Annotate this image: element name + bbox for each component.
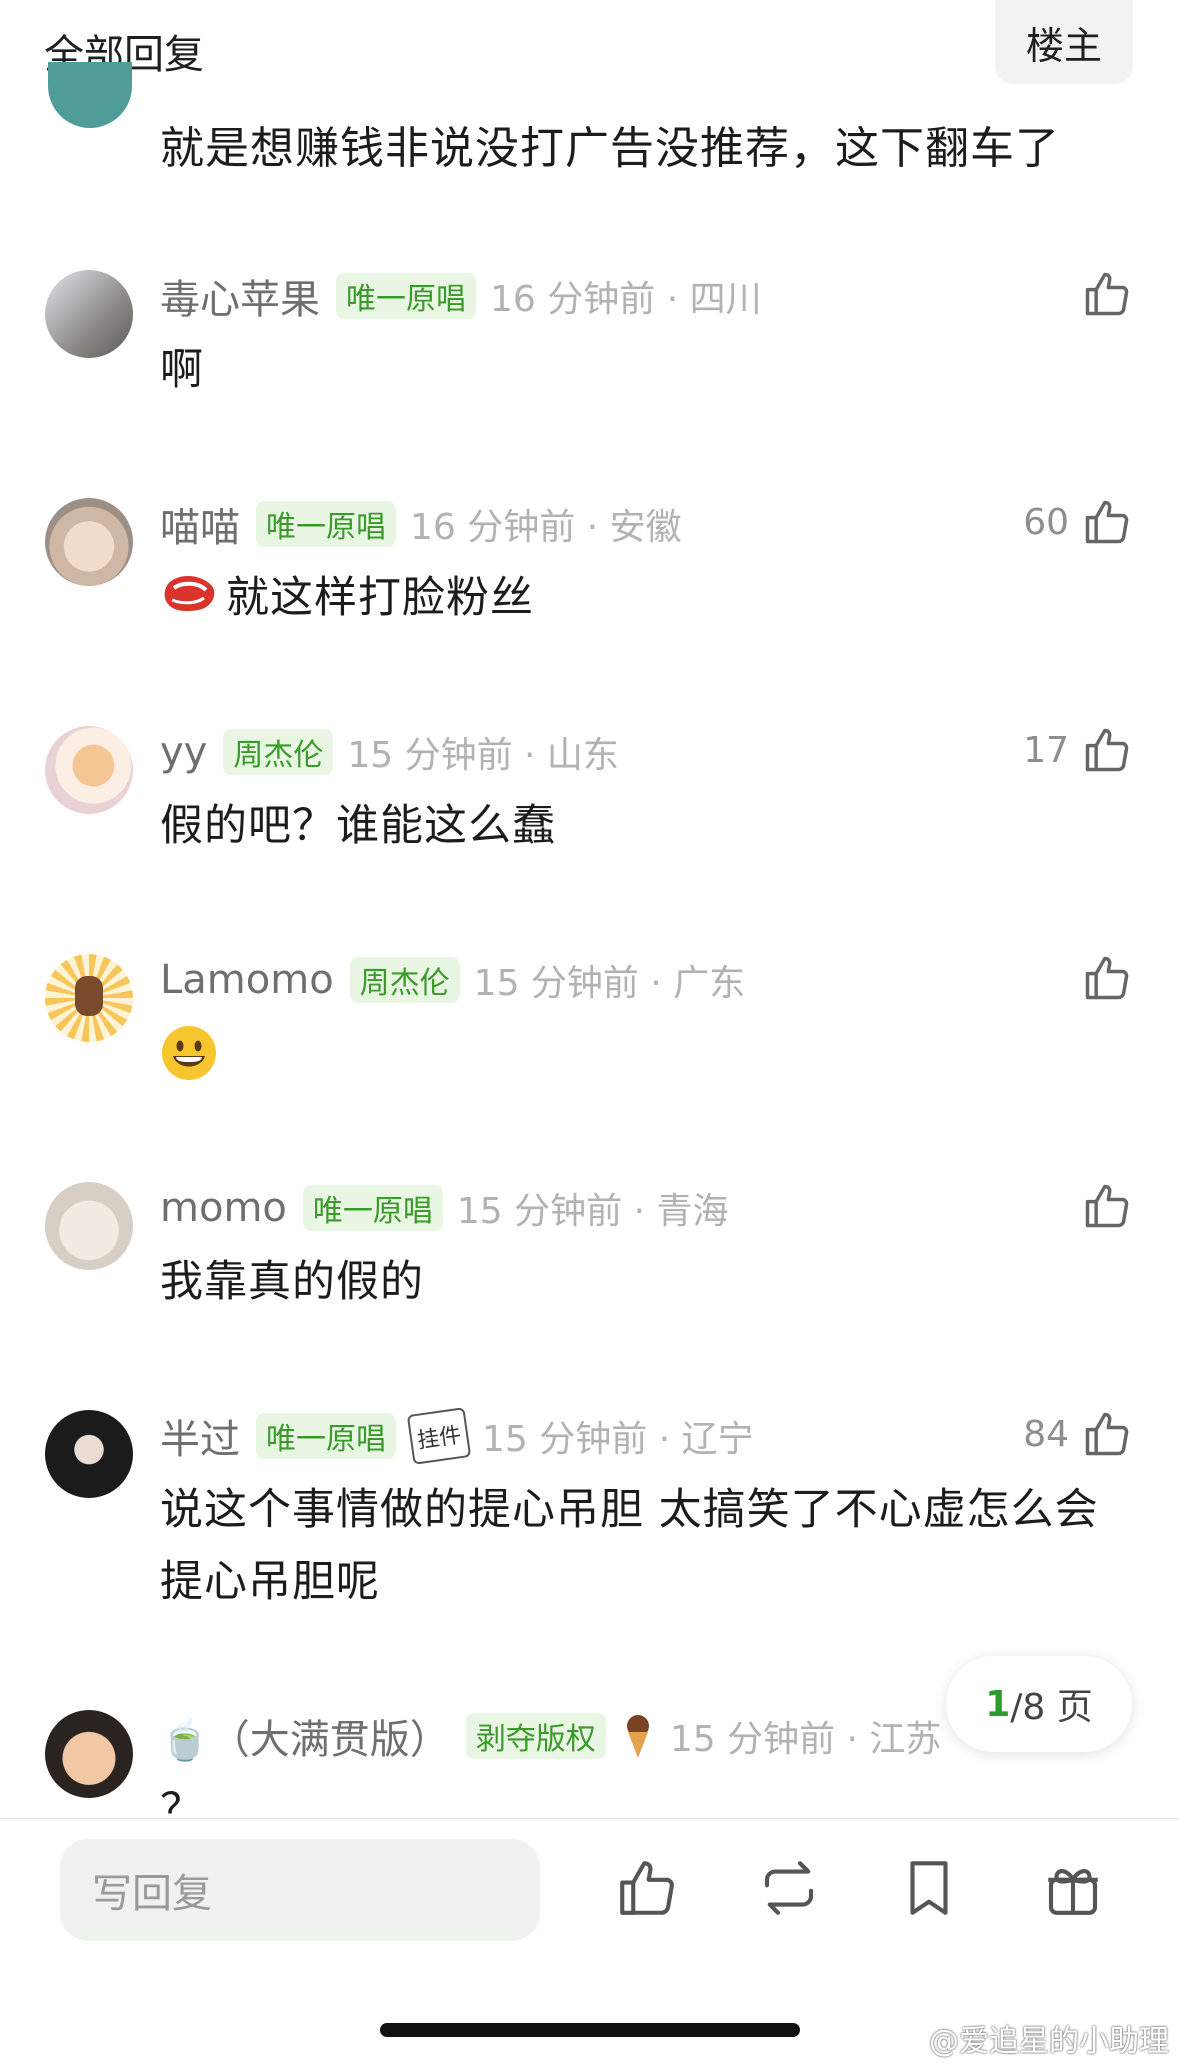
bookmark-icon[interactable]: [896, 1855, 962, 1921]
steak-emoji-icon: [164, 575, 215, 612]
username[interactable]: Lamomo: [160, 957, 334, 1003]
like-count: 17: [1023, 729, 1069, 771]
header: 全部回复 楼主: [0, 0, 1179, 110]
timestamp-location: 15 分钟前 · 青海: [456, 1191, 729, 1232]
comment-text: 😀: [160, 1018, 1130, 1090]
avatar[interactable]: [45, 954, 133, 1042]
comment-meta: yy 周杰伦 15 分钟前 · 山东: [160, 722, 619, 782]
like-button[interactable]: 84: [1023, 1408, 1133, 1460]
timestamp-location: 15 分钟前 · 江苏: [669, 1719, 942, 1760]
avatar[interactable]: [45, 726, 133, 814]
thumbs-up-icon: [1085, 500, 1129, 544]
user-badge[interactable]: 唯一原唱: [256, 501, 396, 547]
page-current: 1: [985, 1683, 1011, 1725]
avatar[interactable]: [48, 62, 132, 128]
comment-meta: 毒心苹果 唯一原唱 16 分钟前 · 四川: [160, 266, 762, 326]
user-badge[interactable]: 剥夺版权: [465, 1713, 606, 1759]
user-badge[interactable]: 周杰伦: [349, 957, 460, 1003]
pendant-badge[interactable]: 挂件: [406, 1407, 472, 1465]
like-button[interactable]: [1069, 268, 1133, 320]
user-badge[interactable]: 周杰伦: [223, 729, 334, 775]
user-badge[interactable]: 唯一原唱: [302, 1185, 443, 1231]
thumbs-up-icon: [1085, 272, 1129, 316]
avatar[interactable]: [45, 1410, 133, 1498]
like-count: 84: [1023, 1413, 1069, 1455]
thumbs-up-icon: [1085, 728, 1129, 772]
comment-text-content: 就这样打脸粉丝: [226, 573, 534, 623]
thumbs-up-icon: [1085, 1412, 1129, 1456]
like-button[interactable]: 17: [1023, 724, 1133, 776]
comment-text: 说这个事情做的提心吊胆 太搞笑了不心虚怎么会提心吊胆呢: [160, 1485, 1099, 1607]
username[interactable]: yy: [160, 729, 207, 775]
comment-text: 假的吧？谁能这么蠢: [160, 801, 556, 851]
avatar[interactable]: [45, 270, 133, 358]
timestamp-location: 15 分钟前 · 辽宁: [482, 1419, 754, 1460]
thumbs-up-icon: [1085, 956, 1129, 1000]
like-button[interactable]: [1069, 952, 1133, 1004]
page-indicator[interactable]: 1 /8 页: [946, 1656, 1132, 1752]
timestamp-location: 15 分钟前 · 山东: [347, 735, 619, 776]
like-button[interactable]: 60: [1023, 496, 1133, 548]
comment-text: 就这样打脸粉丝: [160, 562, 1130, 634]
timestamp-location: 16 分钟前 · 四川: [490, 279, 762, 320]
op-only-button[interactable]: 楼主: [995, 0, 1133, 84]
ice-cream-icon: [626, 1715, 649, 1758]
avatar[interactable]: [45, 498, 133, 586]
comment-meta: 🍵（大满贯版） 剥夺版权 15 分钟前 · 江苏: [160, 1706, 941, 1766]
comment-text: 啊: [160, 345, 204, 395]
timestamp-location: 16 分钟前 · 安徽: [410, 507, 682, 548]
home-indicator: [380, 2023, 800, 2037]
comment-meta: 半过 唯一原唱 挂件 15 分钟前 · 辽宁: [160, 1406, 754, 1466]
reply-input[interactable]: 写回复: [60, 1839, 540, 1941]
avatar[interactable]: [45, 1182, 133, 1270]
comment-text: 我靠真的假的: [160, 1257, 424, 1307]
user-badge[interactable]: 唯一原唱: [336, 273, 476, 319]
avatar-figure: [75, 976, 103, 1016]
username[interactable]: 半过: [160, 1407, 240, 1465]
timestamp-location: 15 分钟前 · 广东: [473, 963, 746, 1004]
comment-meta: momo 唯一原唱 15 分钟前 · 青海: [160, 1178, 728, 1238]
thumbs-up-icon: [1085, 1184, 1129, 1228]
comment-text: 就是想赚钱非说没打广告没推荐，这下翻车了: [160, 123, 1060, 174]
comment-meta: 喵喵 唯一原唱 16 分钟前 · 安徽: [160, 494, 682, 554]
avatar[interactable]: [45, 1710, 133, 1798]
username[interactable]: momo: [160, 1185, 287, 1231]
page-total: /8 页: [1010, 1687, 1093, 1728]
username[interactable]: 🍵（大满贯版）: [160, 1707, 450, 1765]
like-count: 60: [1023, 501, 1069, 543]
grinning-face-emoji-icon: [162, 1026, 216, 1080]
gift-icon[interactable]: [1040, 1855, 1106, 1921]
comment-meta: Lamomo 周杰伦 15 分钟前 · 广东: [160, 950, 745, 1010]
username[interactable]: 毒心苹果: [160, 267, 320, 325]
repost-icon[interactable]: [756, 1855, 822, 1921]
comment-text: ？: [160, 1785, 204, 1818]
user-badge[interactable]: 唯一原唱: [256, 1413, 396, 1459]
thumbs-up-icon[interactable]: [614, 1855, 680, 1921]
watermark: @爱追星的小助理: [929, 2024, 1169, 2059]
like-button[interactable]: [1069, 1180, 1133, 1232]
username[interactable]: 喵喵: [160, 495, 240, 553]
